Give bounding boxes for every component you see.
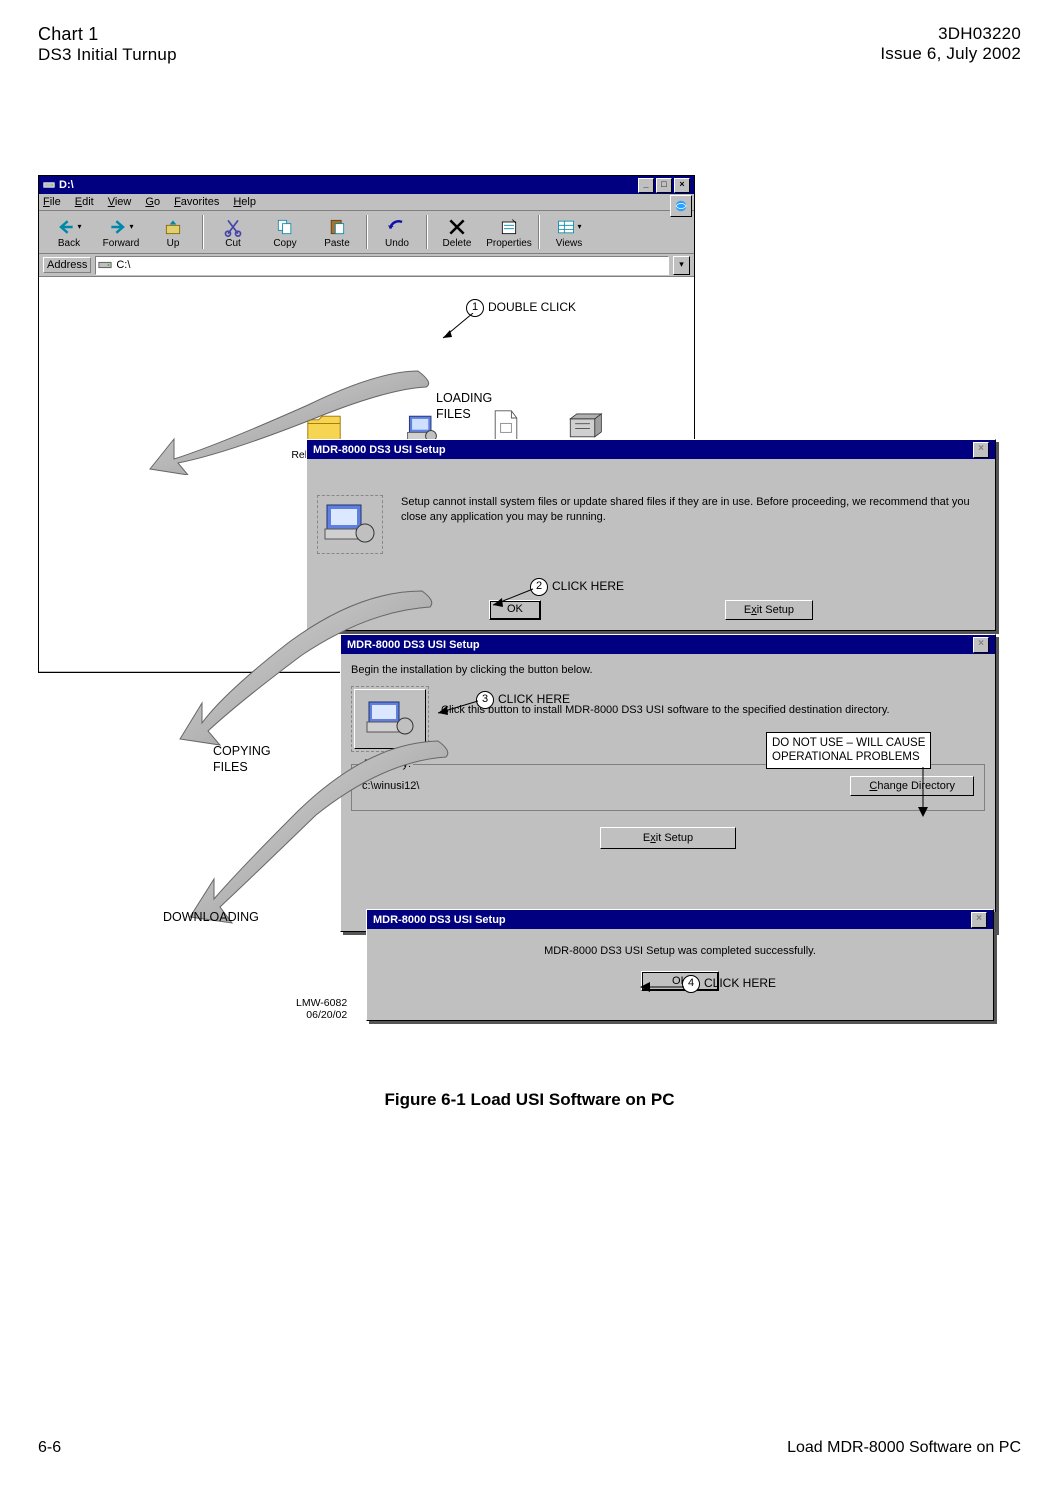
toolbar-back-label: Back	[58, 238, 80, 249]
label-copying-files: COPYING FILES	[213, 743, 271, 776]
toolbar-views-button[interactable]: ▾ Views	[543, 216, 595, 249]
dialog2-exit-button[interactable]: Exit Setup	[600, 827, 736, 849]
toolbar-back-button[interactable]: ▾ Back	[43, 216, 95, 249]
directory-legend: Directory:	[362, 758, 413, 770]
arrow-step2	[488, 585, 538, 611]
header-chart: Chart 1	[38, 24, 177, 45]
dialog-install: MDR-8000 DS3 USI Setup × Begin the insta…	[340, 634, 996, 932]
menu-file[interactable]: File	[43, 196, 61, 208]
toolbar-paste-button[interactable]: Paste	[311, 216, 363, 249]
toolbar-paste-label: Paste	[324, 238, 350, 249]
toolbar-views-label: Views	[556, 238, 583, 249]
address-value: C:\	[116, 259, 130, 271]
arrow-step1	[438, 313, 478, 343]
arrow-step4	[640, 979, 688, 995]
install-icon-button[interactable]	[354, 689, 426, 749]
header-docnum: 3DH03220	[880, 24, 1021, 44]
toolbar-cut-label: Cut	[225, 238, 241, 249]
explorer-menubar: File Edit View Go Favorites Help	[39, 194, 694, 211]
throbber-icon	[670, 195, 692, 217]
menu-help[interactable]: Help	[233, 196, 256, 208]
dialog1-title: MDR-8000 DS3 USI Setup	[313, 444, 446, 456]
toolbar-properties-button[interactable]: Properties	[483, 216, 535, 249]
toolbar-up-button[interactable]: Up	[147, 216, 199, 249]
toolbar-copy-button[interactable]: Copy	[259, 216, 311, 249]
address-label: Address	[43, 257, 91, 273]
arrow-step3	[433, 695, 483, 719]
footer-section: Load MDR-8000 Software on PC	[787, 1439, 1021, 1457]
footer-page-number: 6-6	[38, 1439, 61, 1457]
window-minimize-button[interactable]: _	[638, 178, 654, 193]
explorer-titlebar: D:\ _ □ ×	[39, 176, 694, 194]
stamp-date: 06/20/02	[296, 1009, 347, 1021]
toolbar-forward-label: Forward	[103, 238, 140, 249]
toolbar-properties-label: Properties	[486, 238, 532, 249]
address-dropdown-button[interactable]: ▾	[673, 256, 690, 275]
disk-icon	[98, 258, 112, 272]
toolbar-undo-button[interactable]: Undo	[371, 216, 423, 249]
menu-go[interactable]: Go	[145, 196, 160, 208]
dialog2-title: MDR-8000 DS3 USI Setup	[347, 639, 480, 651]
label-downloading: DOWNLOADING	[163, 909, 259, 925]
stamp-code: LMW-6082	[296, 997, 347, 1009]
callout-step1: 1DOUBLE CLICK	[466, 299, 576, 317]
dialog2-begin-text: Begin the installation by clicking the b…	[351, 664, 985, 676]
directory-path: c:\winusi12\	[362, 780, 419, 792]
toolbar-cut-button[interactable]: Cut	[207, 216, 259, 249]
address-field[interactable]: C:\	[95, 256, 669, 275]
label-loading-files: LOADING FILES	[436, 390, 492, 423]
setup-icon	[317, 495, 383, 554]
menu-view[interactable]: View	[108, 196, 132, 208]
menu-favorites[interactable]: Favorites	[174, 196, 219, 208]
dialog1-close-button[interactable]: ×	[973, 442, 989, 458]
dialog-complete: MDR-8000 DS3 USI Setup × MDR-8000 DS3 US…	[366, 909, 994, 1021]
window-close-button[interactable]: ×	[674, 178, 690, 193]
dialog-setup-warning: MDR-8000 DS3 USI Setup × Setup cannot in…	[306, 439, 996, 631]
explorer-title: D:\	[59, 179, 74, 191]
callout-step3: 3CLICK HERE	[476, 691, 570, 709]
explorer-toolbar: ▾ Back ▾ Forward Up Cut Co	[39, 211, 694, 254]
toolbar-up-label: Up	[167, 238, 180, 249]
header-issue: Issue 6, July 2002	[880, 44, 1021, 64]
dialog1-exit-button[interactable]: Exit Setup	[725, 600, 813, 620]
toolbar-undo-label: Undo	[385, 238, 409, 249]
header-subtitle: DS3 Initial Turnup	[38, 45, 177, 65]
dialog3-title: MDR-8000 DS3 USI Setup	[373, 914, 506, 926]
dialog1-message: Setup cannot install system files or upd…	[401, 495, 985, 525]
dialog3-close-button[interactable]: ×	[971, 912, 987, 928]
toolbar-delete-label: Delete	[443, 238, 472, 249]
warning-do-not-use: DO NOT USE – WILL CAUSE OPERATIONAL PROB…	[766, 732, 931, 769]
menu-edit[interactable]: Edit	[75, 196, 94, 208]
arrow-donotuse	[908, 767, 938, 827]
toolbar-copy-label: Copy	[273, 238, 296, 249]
toolbar-forward-button[interactable]: ▾ Forward	[95, 216, 147, 249]
dialog2-close-button[interactable]: ×	[973, 637, 989, 653]
toolbar-delete-button[interactable]: Delete	[431, 216, 483, 249]
callout-step2: 2CLICK HERE	[530, 578, 624, 596]
dialog3-done-text: MDR-8000 DS3 USI Setup was completed suc…	[377, 945, 983, 957]
drive-icon	[43, 179, 55, 191]
window-maximize-button[interactable]: □	[656, 178, 672, 193]
figure-caption: Figure 6-1 Load USI Software on PC	[38, 1090, 1021, 1110]
callout-step4: 4CLICK HERE	[682, 975, 776, 993]
